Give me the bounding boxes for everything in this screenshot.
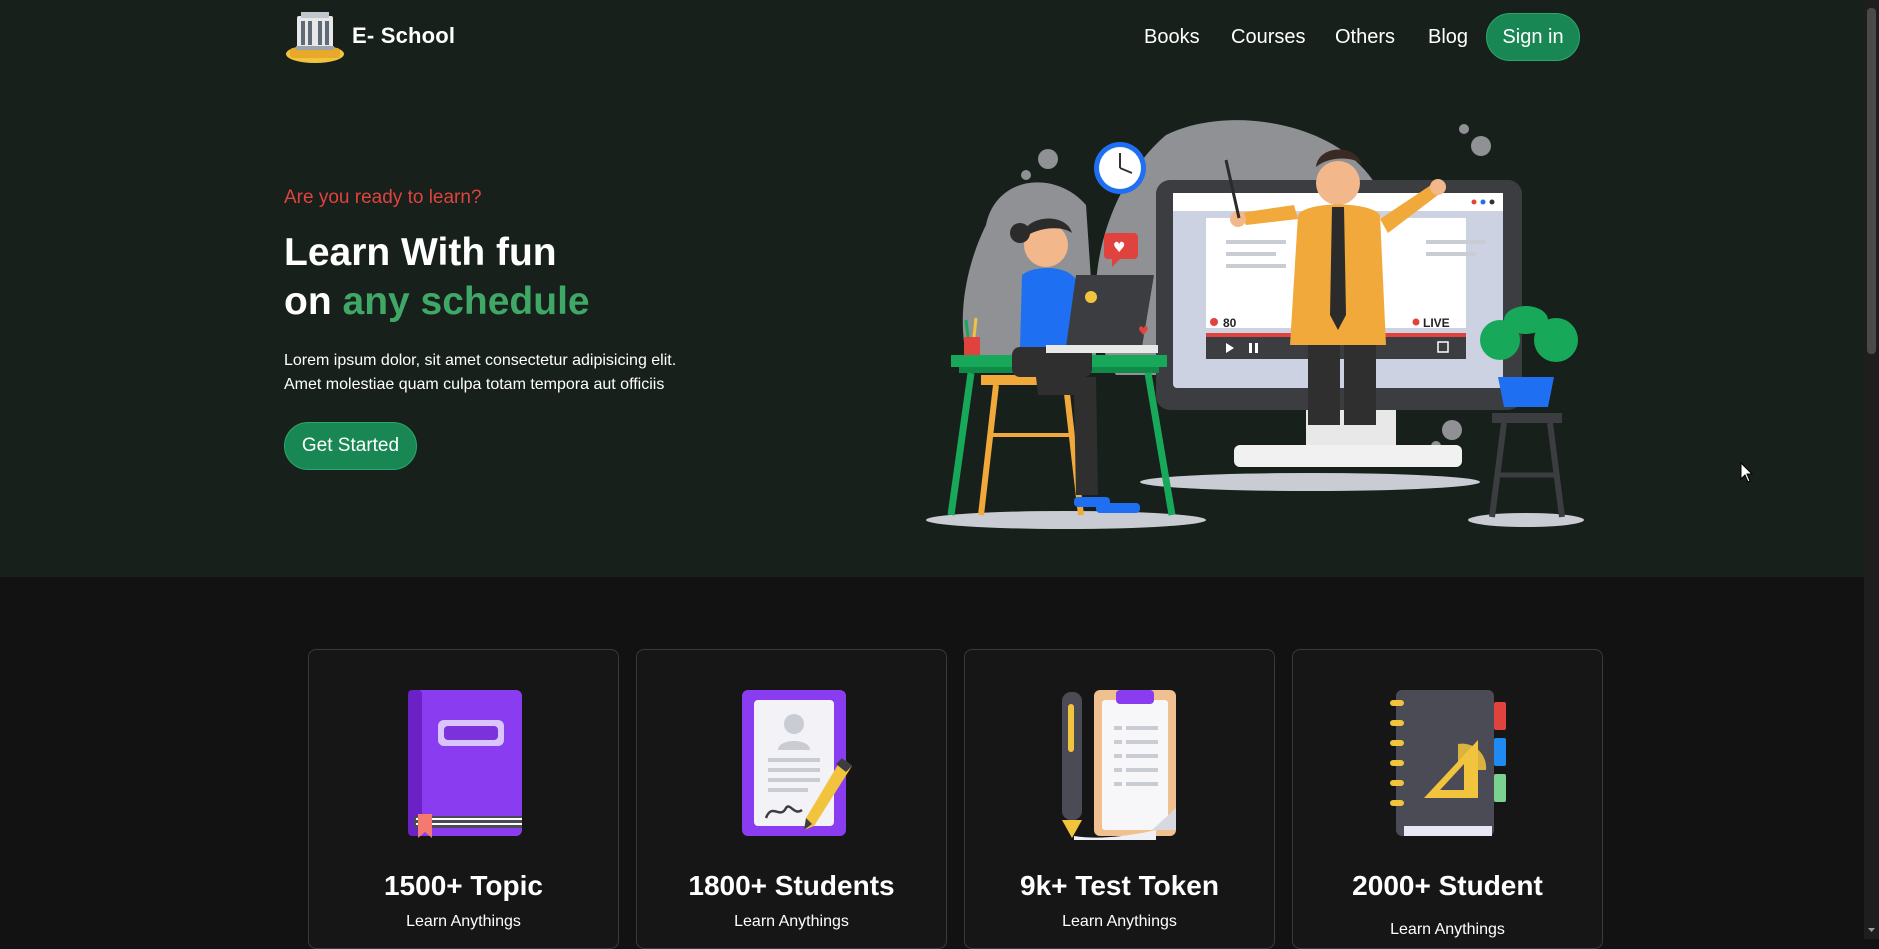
brand-name[interactable]: E- School <box>352 23 455 49</box>
nav-link-books[interactable]: Books <box>1144 26 1200 49</box>
purple-book-icon <box>407 690 522 838</box>
certificate-pen-icon <box>741 690 852 836</box>
svg-text:♥: ♥ <box>1113 240 1126 256</box>
nav-link-courses[interactable]: Courses <box>1231 26 1305 49</box>
stat-card-test-tokens: 9k+ Test Token Learn Anythings <box>964 649 1275 949</box>
svg-text:♥: ♥ <box>1138 324 1149 338</box>
stat-card-students: 1800+ Students Learn Anythings <box>636 649 947 949</box>
headline-line-1: Learn With fun <box>284 231 557 274</box>
stat-card-topics: 1500+ Topic Learn Anythings <box>308 649 619 949</box>
nav-link-others[interactable]: Others <box>1335 26 1395 49</box>
hero-headline: Learn With fun on any schedule <box>284 228 590 326</box>
live-badge: LIVE <box>1423 316 1450 330</box>
viewer-count: 80 <box>1223 316 1237 330</box>
hero-section: E- School Books Courses Others Blog Sign… <box>0 0 1864 577</box>
stat-value: 1800+ Students <box>688 870 895 901</box>
notebook-ruler-icon <box>1389 690 1506 836</box>
headline-accent: any schedule <box>342 280 590 323</box>
stat-caption: Learn Anythings <box>1062 913 1177 930</box>
stat-value: 1500+ Topic <box>383 870 543 901</box>
hero-eyebrow: Are you ready to learn? <box>284 187 482 208</box>
stat-value: 9k+ Test Token <box>1020 870 1219 901</box>
page-scrollbar[interactable] <box>1864 0 1879 939</box>
mouse-cursor-icon <box>1740 462 1754 483</box>
stat-caption: Learn Anythings <box>1390 921 1505 938</box>
headline-on: on <box>284 280 332 323</box>
stat-card-student-count: 2000+ Student Learn Anythings <box>1292 649 1603 949</box>
get-started-button[interactable]: Get Started <box>284 422 417 470</box>
stat-value: 2000+ Student <box>1352 870 1543 901</box>
lede-line-2: Amet molestiae quam culpa totam tempora … <box>284 376 665 393</box>
sign-in-button[interactable]: Sign in <box>1486 13 1580 61</box>
nav-link-blog[interactable]: Blog <box>1428 26 1468 49</box>
school-logo-icon[interactable] <box>284 10 346 66</box>
lede-line-1: Lorem ipsum dolor, sit amet consectetur … <box>284 352 677 369</box>
online-class-illustration: 80 LIVE ♥ ♥ <box>926 120 1584 529</box>
hero-description: Lorem ipsum dolor, sit amet consectetur … <box>284 349 724 397</box>
scrollbar-thumb[interactable] <box>1867 8 1876 354</box>
stat-caption: Learn Anythings <box>406 913 521 930</box>
top-navbar: E- School Books Courses Others Blog Sign… <box>0 0 1864 76</box>
scroll-down-arrow-icon[interactable] <box>1867 926 1876 934</box>
stat-caption: Learn Anythings <box>734 913 849 930</box>
test-paper-pen-icon <box>1061 690 1176 840</box>
